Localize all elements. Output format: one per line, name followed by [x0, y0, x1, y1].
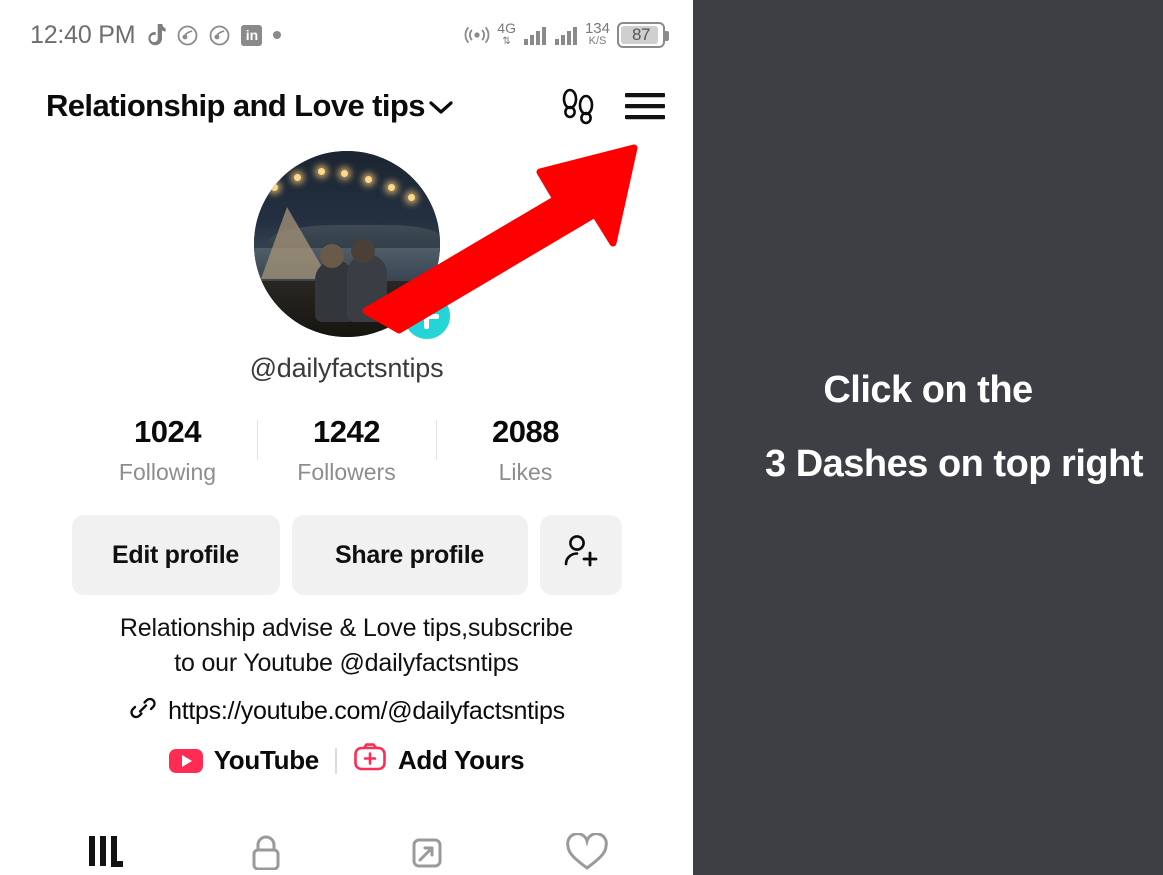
tiktok-icon	[146, 23, 167, 47]
avatar-person-right	[346, 254, 387, 323]
stat-likes[interactable]: 2088 Likes	[437, 414, 615, 486]
page-title: Relationship and Love tips	[46, 88, 425, 123]
add-to-profile-plus-icon[interactable]	[399, 289, 454, 343]
youtube-chip-label: YouTube	[213, 745, 320, 775]
battery-level-label: 87	[632, 25, 650, 44]
add-friend-button[interactable]	[539, 515, 622, 595]
youtube-chip[interactable]: YouTube	[168, 745, 320, 776]
profile-section: @dailyfactsntips 1024 Following 1242 Fol…	[0, 138, 693, 779]
status-bar: 12:40 PM in 4G ⇅ 134 K/S 87	[0, 0, 693, 70]
profile-chip-row: YouTube Add Yours	[168, 742, 525, 779]
footprints-icon[interactable]	[557, 84, 601, 128]
avatar-head-left	[319, 244, 344, 269]
profile-bio: Relationship advise & Love tips,subscrib…	[80, 611, 613, 681]
repost-icon	[404, 833, 450, 875]
plus-horizontal	[414, 313, 439, 319]
profile-header: Relationship and Love tips	[0, 70, 693, 138]
tab-private[interactable]	[191, 833, 341, 875]
hamburger-menu-icon[interactable]	[623, 88, 667, 124]
dot-icon	[273, 31, 282, 39]
tab-posts[interactable]	[31, 833, 181, 875]
stat-value: 2088	[492, 414, 559, 449]
add-yours-chip[interactable]: Add Yours	[353, 742, 525, 779]
chevron-down-icon[interactable]	[427, 88, 455, 124]
screenshot-root: 12:40 PM in 4G ⇅ 134 K/S 87 Relationship…	[0, 0, 1163, 875]
data-arrows-icon: ⇅	[502, 36, 511, 47]
notification-icon	[177, 25, 198, 46]
page-title-group[interactable]: Relationship and Love tips	[46, 88, 455, 124]
person-add-icon	[560, 531, 602, 580]
avatar-wrapper[interactable]	[253, 151, 454, 343]
share-profile-button[interactable]: Share profile	[291, 515, 528, 595]
stat-value: 1024	[134, 414, 201, 449]
network-speed-unit: K/S	[588, 35, 607, 47]
profile-action-buttons: Edit profile Share profile	[71, 515, 622, 595]
battery-icon: 87	[617, 22, 669, 48]
instruction-line-1: Click on the	[823, 368, 1033, 411]
bio-line-2: to our Youtube @dailyfactsntips	[174, 649, 519, 677]
signal-bars-icon	[523, 25, 547, 45]
status-bar-right: 4G ⇅ 134 K/S 87	[464, 20, 669, 48]
network-type-label: 4G	[497, 20, 516, 36]
hotspot-icon	[464, 25, 490, 45]
instruction-text-block: Click on the 3 Dashes on top right	[693, 368, 1163, 486]
grid-posts-icon	[83, 833, 129, 875]
signal-bars-secondary-icon	[554, 25, 578, 45]
lock-private-icon	[243, 833, 289, 875]
linkedin-icon: in	[241, 24, 263, 46]
tab-liked[interactable]	[512, 833, 662, 875]
avatar-string-lights	[261, 167, 428, 201]
status-bar-left: 12:40 PM in	[30, 20, 282, 50]
stat-label: Followers	[297, 459, 396, 485]
notification-icon	[209, 25, 230, 46]
stat-label: Following	[118, 459, 217, 485]
stat-value: 1242	[313, 414, 380, 449]
network-type-indicator: 4G ⇅	[497, 20, 516, 48]
stat-label: Likes	[498, 459, 553, 485]
profile-stats: 1024 Following 1242 Followers 2088 Likes	[0, 414, 693, 486]
profile-username: @dailyfactsntips	[249, 353, 444, 383]
add-yours-chip-label: Add Yours	[397, 745, 525, 775]
chip-divider	[334, 747, 337, 774]
instruction-panel: Click on the 3 Dashes on top right	[693, 0, 1163, 875]
stat-following[interactable]: 1024 Following	[79, 414, 257, 486]
add-yours-camera-plus-icon	[353, 742, 387, 779]
stat-followers[interactable]: 1242 Followers	[258, 414, 436, 486]
phone-screen: 12:40 PM in 4G ⇅ 134 K/S 87 Relationship…	[0, 0, 693, 875]
heart-liked-icon	[563, 833, 611, 875]
network-speed-indicator: 134 K/S	[584, 20, 610, 47]
youtube-icon	[168, 748, 203, 773]
status-time: 12:40 PM	[30, 20, 136, 49]
instruction-line-2: 3 Dashes on top right	[765, 442, 1143, 485]
network-speed-value: 134	[584, 20, 610, 37]
profile-link-url[interactable]: https://youtube.com/@dailyfactsntips	[168, 697, 565, 726]
bio-line-1: Relationship advise & Love tips,subscrib…	[119, 614, 574, 642]
link-chain-icon	[128, 693, 158, 730]
profile-tab-bar	[0, 831, 693, 875]
tab-reposts[interactable]	[352, 833, 502, 875]
edit-profile-button[interactable]: Edit profile	[71, 515, 280, 595]
avatar-head-right	[351, 238, 376, 263]
profile-link-row[interactable]: https://youtube.com/@dailyfactsntips	[128, 693, 565, 730]
